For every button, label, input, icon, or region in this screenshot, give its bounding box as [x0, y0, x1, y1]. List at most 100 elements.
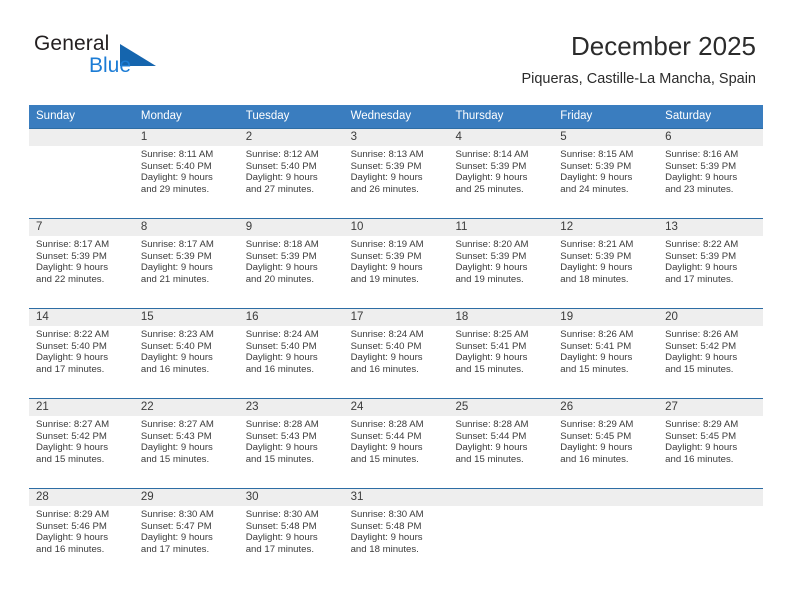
- sunset-text: Sunset: 5:39 PM: [350, 250, 422, 262]
- day-number: 16: [245, 311, 259, 323]
- day-cell[interactable]: [658, 489, 763, 578]
- day-info: Sunrise: 8:26 AM Sunset: 5:42 PM Dayligh…: [665, 329, 759, 375]
- daylight-text-line1: Daylight: 9 hours: [245, 262, 318, 274]
- day-info: Sunrise: 8:30 AM Sunset: 5:47 PM Dayligh…: [141, 509, 235, 555]
- daylight-text-line2: and 17 minutes.: [665, 273, 734, 285]
- daylight-text-line2: and 20 minutes.: [245, 273, 314, 285]
- day-cell[interactable]: 29 Sunrise: 8:30 AM Sunset: 5:47 PM Dayl…: [134, 489, 239, 578]
- daylight-text-line2: and 15 minutes.: [665, 363, 734, 375]
- day-number: 11: [455, 221, 468, 233]
- day-cell[interactable]: 11 Sunrise: 8:20 AM Sunset: 5:39 PM Dayl…: [448, 219, 553, 308]
- day-cell[interactable]: 18 Sunrise: 8:25 AM Sunset: 5:41 PM Dayl…: [448, 309, 553, 398]
- daylight-text-line1: Daylight: 9 hours: [245, 442, 318, 454]
- weekday-header-wednesday: Wednesday: [350, 110, 412, 122]
- day-cell[interactable]: 12 Sunrise: 8:21 AM Sunset: 5:39 PM Dayl…: [553, 219, 658, 308]
- sunrise-text: Sunrise: 8:24 AM: [245, 329, 319, 340]
- day-cell[interactable]: 28 Sunrise: 8:29 AM Sunset: 5:46 PM Dayl…: [29, 489, 134, 578]
- day-cell[interactable]: 1 Sunrise: 8:11 AM Sunset: 5:40 PM Dayli…: [134, 129, 239, 218]
- sunset-text: Sunset: 5:39 PM: [455, 160, 527, 172]
- day-cell[interactable]: 6 Sunrise: 8:16 AM Sunset: 5:39 PM Dayli…: [658, 129, 763, 218]
- daylight-text-line2: and 15 minutes.: [455, 453, 524, 465]
- day-cell[interactable]: [448, 489, 553, 578]
- day-cell[interactable]: 13 Sunrise: 8:22 AM Sunset: 5:39 PM Dayl…: [658, 219, 763, 308]
- sunset-text: Sunset: 5:47 PM: [140, 520, 212, 532]
- day-info: Sunrise: 8:27 AM Sunset: 5:42 PM Dayligh…: [36, 419, 130, 465]
- day-cell[interactable]: [29, 129, 134, 218]
- sunrise-text: Sunrise: 8:17 AM: [140, 239, 214, 250]
- daylight-text-line1: Daylight: 9 hours: [560, 262, 633, 274]
- day-cell[interactable]: 20 Sunrise: 8:26 AM Sunset: 5:42 PM Dayl…: [658, 309, 763, 398]
- day-cell[interactable]: 14 Sunrise: 8:22 AM Sunset: 5:40 PM Dayl…: [29, 309, 134, 398]
- sunrise-text: Sunrise: 8:25 AM: [455, 329, 529, 340]
- day-info: Sunrise: 8:22 AM Sunset: 5:40 PM Dayligh…: [36, 329, 130, 375]
- calendar-grid: Sunday Monday Tuesday Wednesday Thursday…: [29, 105, 763, 578]
- daylight-text-line1: Daylight: 9 hours: [665, 262, 738, 274]
- day-cell[interactable]: 5 Sunrise: 8:15 AM Sunset: 5:39 PM Dayli…: [553, 129, 658, 218]
- daylight-text-line2: and 15 minutes.: [140, 453, 210, 465]
- sunrise-text: Sunrise: 8:26 AM: [560, 329, 634, 340]
- sunset-text: Sunset: 5:45 PM: [665, 430, 737, 442]
- day-cell[interactable]: 21 Sunrise: 8:27 AM Sunset: 5:42 PM Dayl…: [29, 399, 134, 488]
- day-info: Sunrise: 8:27 AM Sunset: 5:43 PM Dayligh…: [141, 419, 235, 465]
- day-cell[interactable]: 27 Sunrise: 8:29 AM Sunset: 5:45 PM Dayl…: [658, 399, 763, 488]
- day-cell[interactable]: 7 Sunrise: 8:17 AM Sunset: 5:39 PM Dayli…: [29, 219, 134, 308]
- day-cell[interactable]: 17 Sunrise: 8:24 AM Sunset: 5:40 PM Dayl…: [344, 309, 449, 398]
- daylight-text-line2: and 27 minutes.: [245, 183, 314, 195]
- daylight-text-line1: Daylight: 9 hours: [350, 172, 423, 184]
- day-number: 24: [350, 401, 364, 413]
- sunset-text: Sunset: 5:40 PM: [140, 160, 212, 172]
- sunset-text: Sunset: 5:39 PM: [455, 250, 527, 262]
- sunset-text: Sunset: 5:39 PM: [560, 250, 632, 262]
- page-header: General Blue December 2025 Piqueras, Cas…: [0, 0, 792, 100]
- day-cell[interactable]: 23 Sunrise: 8:28 AM Sunset: 5:43 PM Dayl…: [239, 399, 344, 488]
- day-number: 9: [245, 221, 253, 233]
- weekday-header-saturday: Saturday: [665, 110, 712, 122]
- daylight-text-line2: and 16 minutes.: [350, 363, 419, 375]
- day-cell[interactable]: 8 Sunrise: 8:17 AM Sunset: 5:39 PM Dayli…: [134, 219, 239, 308]
- day-cell[interactable]: 31 Sunrise: 8:30 AM Sunset: 5:48 PM Dayl…: [344, 489, 449, 578]
- daylight-text-line2: and 15 minutes.: [36, 453, 105, 465]
- day-cell[interactable]: 30 Sunrise: 8:30 AM Sunset: 5:48 PM Dayl…: [239, 489, 344, 578]
- sunrise-text: Sunrise: 8:29 AM: [560, 419, 634, 430]
- daylight-text-line2: and 17 minutes.: [245, 543, 314, 555]
- day-cell[interactable]: [553, 489, 658, 578]
- daylight-text-line2: and 17 minutes.: [36, 363, 105, 375]
- day-cell[interactable]: 9 Sunrise: 8:18 AM Sunset: 5:39 PM Dayli…: [239, 219, 344, 308]
- sunrise-text: Sunrise: 8:30 AM: [245, 509, 319, 520]
- day-cell[interactable]: 10 Sunrise: 8:19 AM Sunset: 5:39 PM Dayl…: [344, 219, 449, 308]
- day-cell[interactable]: 16 Sunrise: 8:24 AM Sunset: 5:40 PM Dayl…: [239, 309, 344, 398]
- sunrise-text: Sunrise: 8:13 AM: [350, 149, 424, 160]
- day-cell[interactable]: 19 Sunrise: 8:26 AM Sunset: 5:41 PM Dayl…: [553, 309, 658, 398]
- sunset-text: Sunset: 5:40 PM: [36, 340, 107, 352]
- daylight-text-line1: Daylight: 9 hours: [245, 352, 318, 364]
- generalblue-logo[interactable]: General Blue: [34, 32, 164, 84]
- day-cell[interactable]: 2 Sunrise: 8:12 AM Sunset: 5:40 PM Dayli…: [239, 129, 344, 218]
- day-cell[interactable]: 26 Sunrise: 8:29 AM Sunset: 5:45 PM Dayl…: [553, 399, 658, 488]
- sunset-text: Sunset: 5:41 PM: [455, 340, 527, 352]
- day-cell[interactable]: 4 Sunrise: 8:14 AM Sunset: 5:39 PM Dayli…: [448, 129, 553, 218]
- day-info: Sunrise: 8:14 AM Sunset: 5:39 PM Dayligh…: [455, 149, 549, 195]
- day-cell[interactable]: 15 Sunrise: 8:23 AM Sunset: 5:40 PM Dayl…: [134, 309, 239, 398]
- sunrise-text: Sunrise: 8:14 AM: [455, 149, 529, 160]
- day-info: Sunrise: 8:17 AM Sunset: 5:39 PM Dayligh…: [36, 239, 130, 285]
- daylight-text-line2: and 18 minutes.: [560, 273, 629, 285]
- daylight-text-line1: Daylight: 9 hours: [36, 532, 108, 544]
- day-cell[interactable]: 3 Sunrise: 8:13 AM Sunset: 5:39 PM Dayli…: [344, 129, 449, 218]
- day-cell[interactable]: 24 Sunrise: 8:28 AM Sunset: 5:44 PM Dayl…: [344, 399, 449, 488]
- sunrise-text: Sunrise: 8:20 AM: [455, 239, 529, 250]
- day-number: 13: [665, 221, 678, 233]
- title-block: December 2025 Piqueras, Castille-La Manc…: [521, 30, 756, 88]
- week-row: 21 Sunrise: 8:27 AM Sunset: 5:42 PM Dayl…: [29, 398, 763, 488]
- sunset-text: Sunset: 5:44 PM: [455, 430, 527, 442]
- daylight-text-line2: and 19 minutes.: [350, 273, 419, 285]
- day-cell[interactable]: 25 Sunrise: 8:28 AM Sunset: 5:44 PM Dayl…: [448, 399, 553, 488]
- logo-text-general: General: [34, 32, 110, 55]
- daylight-text-line1: Daylight: 9 hours: [36, 352, 108, 364]
- day-number: 29: [140, 491, 154, 503]
- day-cell[interactable]: 22 Sunrise: 8:27 AM Sunset: 5:43 PM Dayl…: [134, 399, 239, 488]
- sunrise-text: Sunrise: 8:28 AM: [350, 419, 424, 430]
- sunset-text: Sunset: 5:42 PM: [36, 430, 107, 442]
- day-number: 21: [36, 401, 49, 413]
- daylight-text-line1: Daylight: 9 hours: [560, 352, 633, 364]
- day-info: Sunrise: 8:20 AM Sunset: 5:39 PM Dayligh…: [455, 239, 549, 285]
